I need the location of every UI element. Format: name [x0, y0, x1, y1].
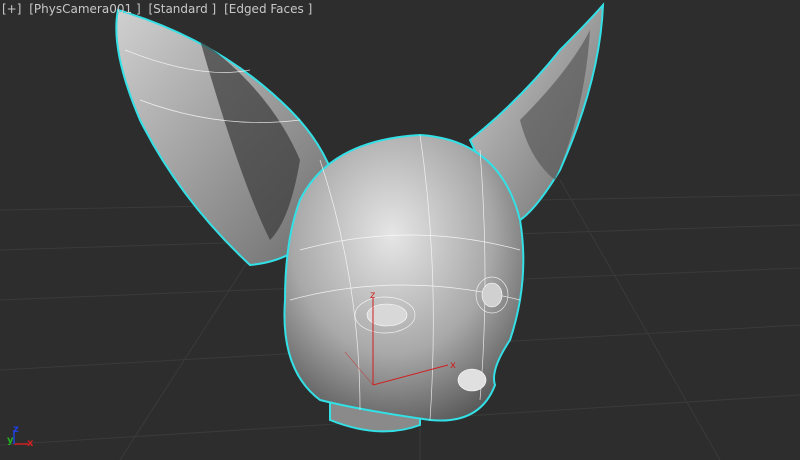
gizmo-z-label: z	[370, 290, 375, 301]
viewport-scene[interactable]: z x x y z	[0, 0, 800, 460]
perspective-viewport[interactable]: z x x y z [+] [PhysCamera001 ] [Standard…	[0, 0, 800, 460]
world-z-label: z	[13, 424, 19, 435]
world-axis-tripod: x y z	[7, 424, 34, 449]
world-x-label: x	[27, 438, 34, 449]
viewport-label-menu: [+] [PhysCamera001 ] [Standard ] [Edged …	[2, 2, 316, 16]
fox-head-model[interactable]	[115, 2, 605, 433]
world-y-label: y	[7, 435, 14, 446]
shading-menu-button[interactable]: [Standard ]	[148, 2, 216, 16]
gizmo-x-label: x	[450, 360, 456, 371]
viewport-menu-button[interactable]: [+]	[2, 2, 21, 16]
camera-menu-button[interactable]: [PhysCamera001 ]	[29, 2, 140, 16]
display-mode-menu-button[interactable]: [Edged Faces ]	[224, 2, 312, 16]
